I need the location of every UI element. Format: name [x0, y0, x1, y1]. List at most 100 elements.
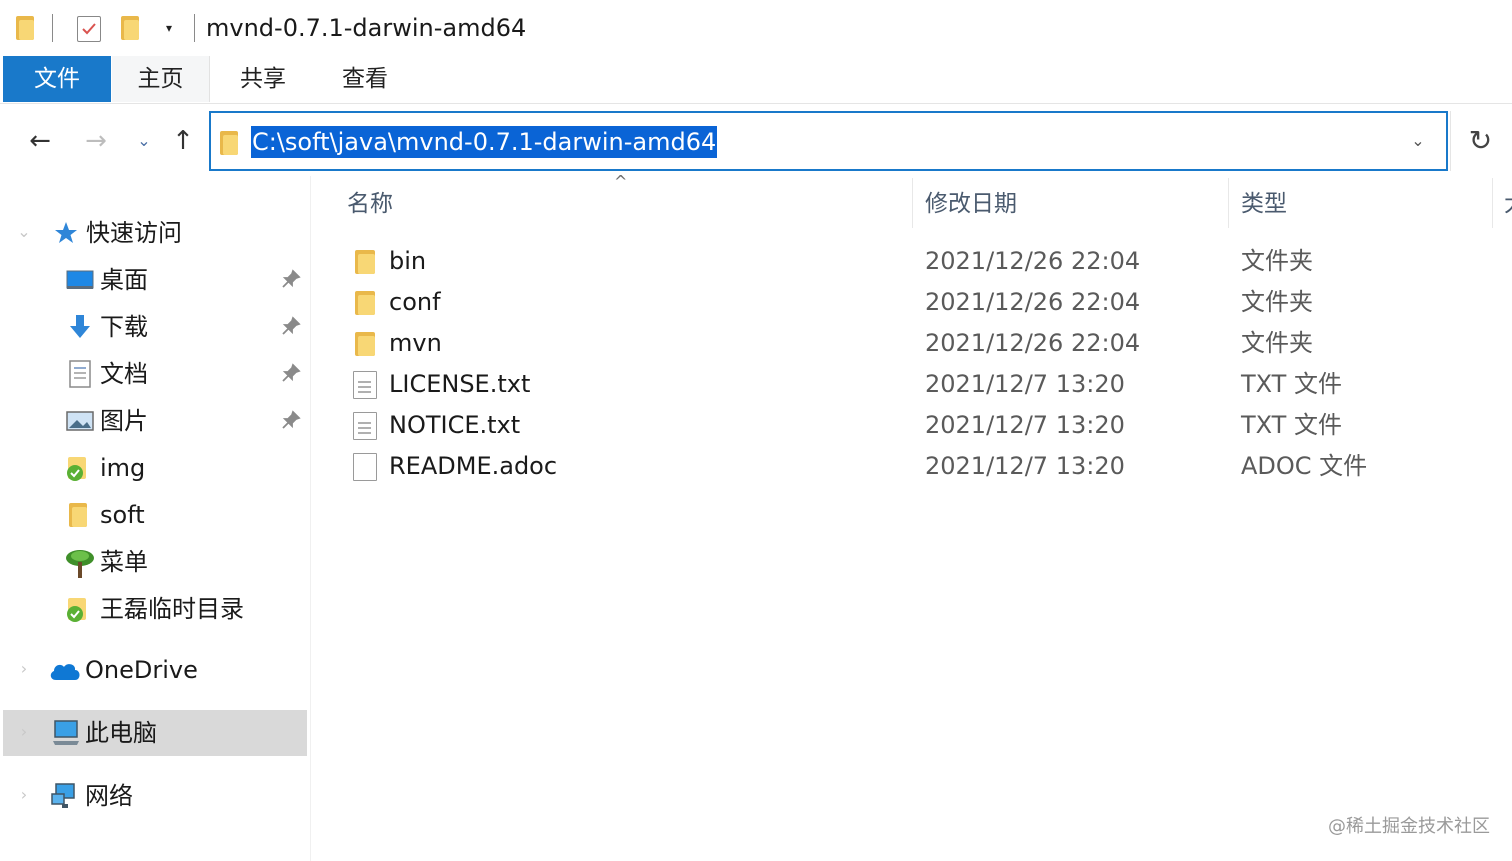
table-row[interactable]: conf 2021/12/26 22:04 文件夹 — [340, 282, 1510, 323]
file-modified: 2021/12/26 22:04 — [925, 329, 1141, 357]
text-file-icon — [353, 412, 377, 440]
sidebar-item-temp-dir[interactable]: 王磊临时目录 — [0, 586, 310, 632]
sidebar-item-label: 桌面 — [100, 266, 148, 294]
sidebar-item-network[interactable]: › 网络 — [0, 773, 310, 819]
cloud-icon — [48, 656, 82, 684]
folder-sync-icon — [64, 595, 92, 623]
up-button[interactable]: ↑ — [166, 124, 200, 158]
address-dropdown-button[interactable]: ⌄ — [1406, 129, 1430, 153]
folder-sync-icon — [64, 454, 92, 482]
file-modified: 2021/12/26 22:04 — [925, 288, 1141, 316]
sidebar-item-label: 网络 — [85, 782, 133, 810]
folder-icon[interactable] — [16, 14, 34, 40]
sidebar-item-label: 下载 — [100, 313, 148, 341]
file-name: bin — [389, 247, 427, 275]
navigation-pane: ⌄ 快速访问 桌面 下载 文档 图片 img soft 菜单 王磊临时目录 › … — [0, 176, 310, 861]
new-folder-icon[interactable] — [121, 14, 139, 40]
sidebar-item-label: 王磊临时目录 — [100, 595, 244, 623]
pin-icon[interactable] — [280, 268, 302, 290]
file-name: README.adoc — [389, 452, 558, 480]
ribbon-tabs: 文件 主页 共享 查看 — [0, 56, 1512, 104]
sidebar-item-onedrive[interactable]: › OneDrive — [0, 647, 310, 693]
folder-icon — [66, 501, 94, 529]
pictures-icon — [66, 407, 94, 435]
column-header-type[interactable]: 类型 — [1241, 186, 1287, 226]
sort-indicator-icon: ^ — [614, 172, 628, 191]
chevron-down-icon[interactable]: ⌄ — [16, 222, 32, 242]
chevron-right-icon[interactable]: › — [16, 659, 32, 679]
tab-file[interactable]: 文件 — [3, 56, 111, 102]
file-name: conf — [389, 288, 441, 316]
pin-icon[interactable] — [280, 409, 302, 431]
file-modified: 2021/12/7 13:20 — [925, 370, 1125, 398]
desktop-icon — [66, 266, 94, 294]
forward-button[interactable]: → — [79, 124, 113, 158]
file-type: TXT 文件 — [1241, 370, 1342, 398]
recent-locations-button[interactable]: ⌄ — [127, 124, 161, 158]
tree-icon — [64, 548, 94, 578]
sidebar-item-quick-access[interactable]: ⌄ 快速访问 — [0, 210, 310, 256]
file-type: TXT 文件 — [1241, 411, 1342, 439]
sidebar-item-desktop[interactable]: 桌面 — [0, 257, 310, 303]
column-divider[interactable] — [1492, 178, 1493, 228]
computer-icon — [51, 719, 79, 747]
file-type: 文件夹 — [1241, 247, 1313, 275]
tab-home[interactable]: 主页 — [112, 56, 210, 102]
folder-icon — [220, 129, 238, 155]
sidebar-item-menu[interactable]: 菜单 — [0, 539, 310, 585]
title-bar: ▾ mvnd-0.7.1-darwin-amd64 — [0, 0, 1512, 56]
chevron-right-icon[interactable]: › — [16, 722, 32, 742]
folder-icon — [353, 330, 377, 358]
address-bar[interactable]: C:\soft\java\mvnd-0.7.1-darwin-amd64 ⌄ — [209, 111, 1448, 171]
sidebar-item-documents[interactable]: 文档 — [0, 351, 310, 397]
sidebar-item-label: soft — [100, 501, 145, 529]
file-type: 文件夹 — [1241, 288, 1313, 316]
watermark: @稀土掘金技术社区 — [1328, 816, 1490, 837]
navigation-bar: ← → ⌄ ↑ C:\soft\java\mvnd-0.7.1-darwin-a… — [0, 104, 1512, 176]
column-header-name[interactable]: 名称 — [347, 186, 393, 226]
file-type: 文件夹 — [1241, 329, 1313, 357]
sidebar-item-label: OneDrive — [85, 656, 198, 684]
table-row[interactable]: LICENSE.txt 2021/12/7 13:20 TXT 文件 — [340, 364, 1510, 405]
star-icon — [52, 219, 80, 247]
table-row[interactable]: README.adoc 2021/12/7 13:20 ADOC 文件 — [340, 446, 1510, 487]
toolbar-separator — [52, 14, 53, 42]
sidebar-item-label: img — [100, 454, 146, 482]
sidebar-item-label: 图片 — [100, 407, 148, 435]
sidebar-item-pictures[interactable]: 图片 — [0, 398, 310, 444]
sidebar-item-img[interactable]: img — [0, 445, 310, 491]
pin-icon[interactable] — [280, 315, 302, 337]
network-icon — [50, 782, 78, 810]
file-name: mvn — [389, 329, 442, 357]
column-header-size[interactable]: 大 — [1504, 186, 1512, 226]
file-type: ADOC 文件 — [1241, 452, 1368, 480]
sidebar-item-soft[interactable]: soft — [0, 492, 310, 538]
column-header-modified[interactable]: 修改日期 — [925, 186, 1017, 226]
pin-icon[interactable] — [280, 362, 302, 384]
pane-divider[interactable] — [310, 176, 311, 861]
sidebar-item-label: 文档 — [100, 360, 148, 388]
toolbar-separator — [194, 14, 195, 42]
blank-file-icon — [353, 453, 377, 481]
table-row[interactable]: NOTICE.txt 2021/12/7 13:20 TXT 文件 — [340, 405, 1510, 446]
column-divider[interactable] — [1228, 178, 1229, 228]
folder-icon — [353, 289, 377, 317]
chevron-right-icon[interactable]: › — [16, 785, 32, 805]
table-row[interactable]: bin 2021/12/26 22:04 文件夹 — [340, 241, 1510, 282]
back-button[interactable]: ← — [23, 124, 57, 158]
tab-view[interactable]: 查看 — [314, 56, 416, 102]
folder-icon — [353, 248, 377, 276]
sidebar-item-downloads[interactable]: 下载 — [0, 304, 310, 350]
documents-icon — [66, 360, 94, 388]
tab-share[interactable]: 共享 — [212, 56, 314, 102]
sidebar-item-label: 此电脑 — [85, 719, 157, 747]
address-input[interactable]: C:\soft\java\mvnd-0.7.1-darwin-amd64 — [251, 126, 718, 158]
download-icon — [66, 313, 94, 341]
sidebar-item-this-pc[interactable]: › 此电脑 — [3, 710, 307, 756]
customize-toolbar-button[interactable]: ▾ — [160, 18, 178, 38]
column-divider[interactable] — [912, 178, 913, 228]
properties-icon[interactable] — [77, 16, 101, 42]
table-row[interactable]: mvn 2021/12/26 22:04 文件夹 — [340, 323, 1510, 364]
file-name: LICENSE.txt — [389, 370, 531, 398]
refresh-button[interactable]: ↻ — [1450, 111, 1510, 171]
